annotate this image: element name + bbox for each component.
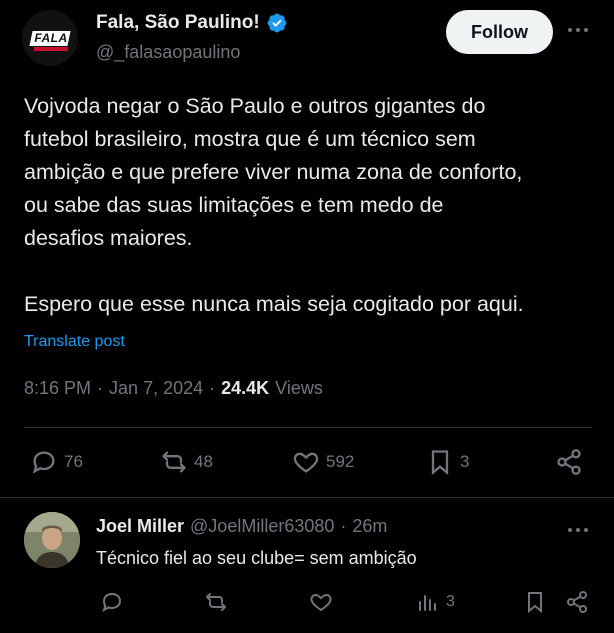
follow-button[interactable]: Follow <box>446 10 553 54</box>
repost-button[interactable]: 48 <box>160 448 213 476</box>
more-icon[interactable] <box>566 520 590 540</box>
like-button[interactable]: 592 <box>292 448 354 476</box>
author-handle[interactable]: @_falasaopaulino <box>96 42 240 63</box>
logo-text: FALA <box>34 31 68 45</box>
views-count: 24.4K <box>221 378 270 398</box>
reply-views-count: 3 <box>446 593 455 610</box>
post-time[interactable]: 8:16 PM <box>24 378 91 399</box>
share-icon <box>567 591 587 613</box>
divider <box>24 427 592 428</box>
post-actions: 76 48 592 3 <box>0 444 614 480</box>
more-icon[interactable] <box>566 20 590 40</box>
reply-bookmark-button[interactable] <box>523 590 547 614</box>
reply-button[interactable]: 76 <box>30 448 83 476</box>
verified-badge-icon <box>267 13 287 33</box>
bookmark-count: 3 <box>460 452 470 471</box>
share-icon <box>557 449 581 475</box>
main-post: FALA Fala, São Paulino! @_falasaopaulino… <box>0 0 614 497</box>
reply-views-button[interactable]: 3 <box>416 590 455 614</box>
like-count: 592 <box>326 452 355 471</box>
reply-header: Joel Miller @JoelMiller63080 · 26m <box>96 516 387 537</box>
author-name[interactable]: Fala, São Paulino! <box>96 12 260 34</box>
reply-icon <box>32 451 55 474</box>
reply-author-avatar[interactable] <box>24 512 80 568</box>
author-avatar[interactable]: FALA <box>22 10 78 66</box>
reply-reply-button[interactable] <box>100 590 124 614</box>
person-photo <box>24 512 80 568</box>
reply-author-handle[interactable]: @JoelMiller63080 <box>190 516 334 537</box>
post-meta: 8:16 PM · Jan 7, 2024 · 24.4K Views <box>24 378 323 399</box>
author-name-row: Fala, São Paulino! <box>96 12 288 34</box>
bookmark-button[interactable]: 3 <box>426 448 469 476</box>
reply-time[interactable]: 26m <box>352 516 387 537</box>
reply-repost-button[interactable] <box>204 590 228 614</box>
bookmark-icon <box>528 592 542 614</box>
reply-like-button[interactable] <box>309 590 333 614</box>
reply-post[interactable]: Joel Miller @JoelMiller63080 · 26m Técni… <box>0 498 614 633</box>
bookmark-icon <box>431 450 449 475</box>
post-text: Vojvoda negar o São Paulo e outros gigan… <box>24 94 524 316</box>
share-button[interactable] <box>555 448 583 476</box>
logo-stripe <box>34 47 68 51</box>
post-date[interactable]: Jan 7, 2024 <box>109 378 203 399</box>
repost-count: 48 <box>194 452 213 471</box>
repost-icon <box>162 451 186 473</box>
reply-share-button[interactable] <box>565 590 589 614</box>
reply-icon <box>102 592 122 613</box>
meta-separator: · <box>209 378 216 398</box>
like-icon <box>293 452 319 473</box>
views-label: Views <box>275 378 323 398</box>
reply-count: 76 <box>64 452 83 471</box>
repost-icon <box>206 593 226 611</box>
reply-text: Técnico fiel ao seu clube= sem ambição <box>96 548 417 568</box>
like-icon <box>310 593 332 612</box>
meta-separator: · <box>340 516 347 536</box>
reply-author-name[interactable]: Joel Miller <box>96 516 184 537</box>
translate-post-link[interactable]: Translate post <box>24 333 125 351</box>
reply-actions: 3 <box>0 590 614 620</box>
views-icon <box>419 595 436 611</box>
meta-separator: · <box>97 378 104 398</box>
